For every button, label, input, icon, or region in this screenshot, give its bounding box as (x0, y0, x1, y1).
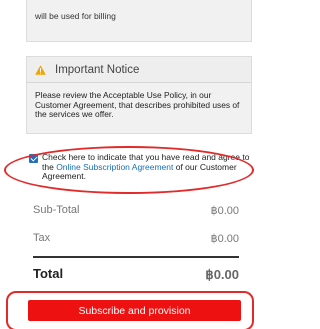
billing-info-box: will be used for billing (26, 0, 252, 42)
total-label: Total (33, 266, 64, 281)
total-row: Total ฿0.00 (33, 266, 239, 282)
important-notice-panel: Important Notice Please review the Accep… (26, 56, 252, 134)
warning-icon (35, 64, 46, 75)
subtotal-value: ฿0.00 (210, 205, 239, 217)
total-divider (33, 256, 239, 258)
checkout-page: will be used for billing Important Notic… (0, 0, 254, 329)
agreement-text: Check here to indicate that you have rea… (42, 152, 254, 182)
subscription-agreement-link[interactable]: Online Subscription Agreement (56, 162, 173, 172)
agreement-row: Check here to indicate that you have rea… (18, 152, 254, 191)
subscribe-button[interactable]: Subscribe and provision (28, 300, 241, 321)
tax-label: Tax (33, 232, 51, 244)
subtotal-row: Sub-Total ฿0.00 (33, 204, 239, 218)
notice-body: Please review the Acceptable Use Policy,… (35, 90, 240, 120)
tax-row: Tax ฿0.00 (33, 232, 239, 246)
subtotal-label: Sub-Total (33, 204, 80, 216)
agreement-checkbox[interactable] (29, 154, 38, 163)
tax-value: ฿0.00 (210, 233, 239, 245)
billing-text: will be used for billing (35, 11, 116, 21)
total-value: ฿0.00 (205, 267, 239, 282)
notice-title: Important Notice (55, 63, 140, 76)
notice-header: Important Notice (27, 57, 251, 83)
